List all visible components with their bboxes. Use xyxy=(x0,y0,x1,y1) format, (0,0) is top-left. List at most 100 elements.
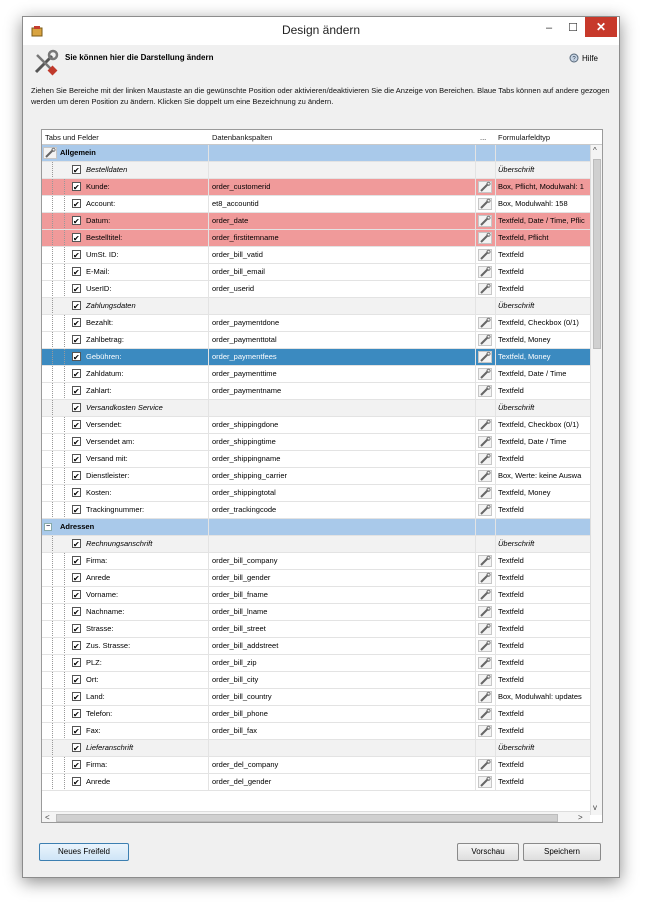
tab-field-cell[interactable]: Strasse: xyxy=(42,621,208,637)
visibility-checkbox[interactable] xyxy=(72,588,81,603)
vertical-scrollbar[interactable]: ^ v xyxy=(590,145,602,815)
field-row[interactable]: Strasse: order_bill_street Textfeld xyxy=(42,621,590,638)
db-column-cell[interactable]: order_bill_country xyxy=(209,689,475,705)
field-row[interactable]: PLZ: order_bill_zip Textfeld xyxy=(42,655,590,672)
minimize-button[interactable]: – xyxy=(539,19,559,37)
field-row[interactable]: Versendet: order_shippingdone Textfeld, Ch… xyxy=(42,417,590,434)
tab-field-cell[interactable]: Bestelldaten xyxy=(42,162,208,178)
field-row[interactable]: Datum: order_date Textfeld, Date / Time, P… xyxy=(42,213,590,230)
visibility-checkbox[interactable] xyxy=(72,180,81,195)
scroll-left-icon[interactable]: < xyxy=(45,813,50,822)
tab-field-cell[interactable]: − Adressen xyxy=(42,519,208,535)
field-row[interactable]: Account: et8_accountid Box, Modulwahl: 158 xyxy=(42,196,590,213)
db-column-cell[interactable]: order_firstitemname xyxy=(209,230,475,246)
edit-cell[interactable] xyxy=(475,332,495,348)
form-type-cell[interactable]: Textfeld, Money xyxy=(495,485,590,501)
visibility-checkbox[interactable] xyxy=(72,554,81,569)
db-column-cell[interactable]: order_bill_phone xyxy=(209,706,475,722)
db-column-cell[interactable]: order_paymentname xyxy=(209,383,475,399)
pencil-icon[interactable] xyxy=(478,198,492,210)
pencil-icon[interactable] xyxy=(478,453,492,465)
tab-field-cell[interactable]: Versendet am: xyxy=(42,434,208,450)
pencil-icon[interactable] xyxy=(478,385,492,397)
collapse-icon[interactable]: − xyxy=(44,523,52,531)
db-column-cell[interactable]: order_bill_company xyxy=(209,553,475,569)
form-type-cell[interactable]: Textfeld xyxy=(495,723,590,739)
subheading-row[interactable]: Lieferanschrift Überschrift xyxy=(42,740,590,757)
visibility-checkbox[interactable] xyxy=(72,503,81,518)
db-column-cell[interactable] xyxy=(209,740,475,756)
db-column-cell[interactable]: order_paymentdone xyxy=(209,315,475,331)
db-column-cell[interactable]: order_shippingtotal xyxy=(209,485,475,501)
tab-field-cell[interactable]: Lieferanschrift xyxy=(42,740,208,756)
form-type-cell[interactable]: Textfeld xyxy=(495,281,590,297)
edit-cell[interactable] xyxy=(475,417,495,433)
field-row[interactable]: Land: order_bill_country Box, Modulwahl: u… xyxy=(42,689,590,706)
db-column-cell[interactable]: order_shippingtime xyxy=(209,434,475,450)
field-row[interactable]: Versand mit: order_shippingname Textfeld xyxy=(42,451,590,468)
pencil-icon[interactable] xyxy=(478,419,492,431)
form-type-cell[interactable]: Textfeld, Date / Time, Pflic xyxy=(495,213,590,229)
db-column-cell[interactable]: order_paymenttotal xyxy=(209,332,475,348)
visibility-checkbox[interactable] xyxy=(72,537,81,552)
tab-field-cell[interactable]: Zahldatum: xyxy=(42,366,208,382)
pencil-icon[interactable] xyxy=(478,691,492,703)
form-type-cell[interactable]: Textfeld, Checkbox (0/1) xyxy=(495,417,590,433)
tab-field-cell[interactable]: Land: xyxy=(42,689,208,705)
tab-field-cell[interactable]: Fax: xyxy=(42,723,208,739)
edit-cell[interactable] xyxy=(475,638,495,654)
visibility-checkbox[interactable] xyxy=(72,775,81,790)
preview-button[interactable]: Vorschau xyxy=(457,843,519,861)
db-column-cell[interactable]: order_bill_city xyxy=(209,672,475,688)
visibility-checkbox[interactable] xyxy=(72,605,81,620)
horizontal-scroll-thumb[interactable] xyxy=(56,814,558,822)
pencil-icon[interactable] xyxy=(478,283,492,295)
form-type-cell[interactable]: Textfeld xyxy=(495,604,590,620)
tab-field-cell[interactable]: Kunde: xyxy=(42,179,208,195)
field-row[interactable]: Zus. Strasse: order_bill_addstreet Textfel… xyxy=(42,638,590,655)
pencil-icon[interactable] xyxy=(478,504,492,516)
db-column-cell[interactable]: order_bill_street xyxy=(209,621,475,637)
visibility-checkbox[interactable] xyxy=(72,231,81,246)
form-type-cell[interactable]: Box, Werte: keine Auswa xyxy=(495,468,590,484)
tab-field-cell[interactable]: Account: xyxy=(42,196,208,212)
field-row[interactable]: E-Mail: order_bill_email Textfeld xyxy=(42,264,590,281)
col-header-dots[interactable]: ... xyxy=(480,133,486,142)
visibility-checkbox[interactable] xyxy=(72,707,81,722)
form-type-cell[interactable]: Textfeld xyxy=(495,757,590,773)
edit-cell[interactable] xyxy=(475,230,495,246)
field-row[interactable]: Anrede order_del_gender Textfeld xyxy=(42,774,590,791)
edit-cell[interactable] xyxy=(475,723,495,739)
db-column-cell[interactable] xyxy=(209,162,475,178)
pencil-icon[interactable] xyxy=(478,266,492,278)
tab-field-cell[interactable]: E-Mail: xyxy=(42,264,208,280)
vertical-scroll-thumb[interactable] xyxy=(593,159,601,349)
tab-field-cell[interactable]: PLZ: xyxy=(42,655,208,671)
edit-cell[interactable] xyxy=(475,400,495,416)
form-type-cell[interactable]: Textfeld, Money xyxy=(495,349,590,365)
field-row[interactable]: Ort: order_bill_city Textfeld xyxy=(42,672,590,689)
edit-cell[interactable] xyxy=(475,281,495,297)
db-column-cell[interactable]: order_paymenttime xyxy=(209,366,475,382)
visibility-checkbox[interactable] xyxy=(72,418,81,433)
pencil-icon[interactable] xyxy=(478,572,492,584)
form-type-cell[interactable] xyxy=(495,145,590,161)
tab-field-cell[interactable]: Zahlungsdaten xyxy=(42,298,208,314)
visibility-checkbox[interactable] xyxy=(72,724,81,739)
form-type-cell[interactable]: Textfeld xyxy=(495,774,590,790)
tab-field-cell[interactable]: Rechnungsanschrift xyxy=(42,536,208,552)
db-column-cell[interactable] xyxy=(209,536,475,552)
tab-field-cell[interactable]: Anrede xyxy=(42,774,208,790)
edit-cell[interactable] xyxy=(475,706,495,722)
pencil-icon[interactable] xyxy=(478,436,492,448)
edit-cell[interactable] xyxy=(475,162,495,178)
edit-cell[interactable] xyxy=(475,315,495,331)
form-type-cell[interactable]: Textfeld xyxy=(495,247,590,263)
edit-cell[interactable] xyxy=(475,485,495,501)
edit-cell[interactable] xyxy=(475,213,495,229)
visibility-checkbox[interactable] xyxy=(72,384,81,399)
tab-field-cell[interactable]: Kosten: xyxy=(42,485,208,501)
db-column-cell[interactable]: order_bill_addstreet xyxy=(209,638,475,654)
field-row[interactable]: Zahlart: order_paymentname Textfeld xyxy=(42,383,590,400)
form-type-cell[interactable]: Überschrift xyxy=(495,740,590,756)
